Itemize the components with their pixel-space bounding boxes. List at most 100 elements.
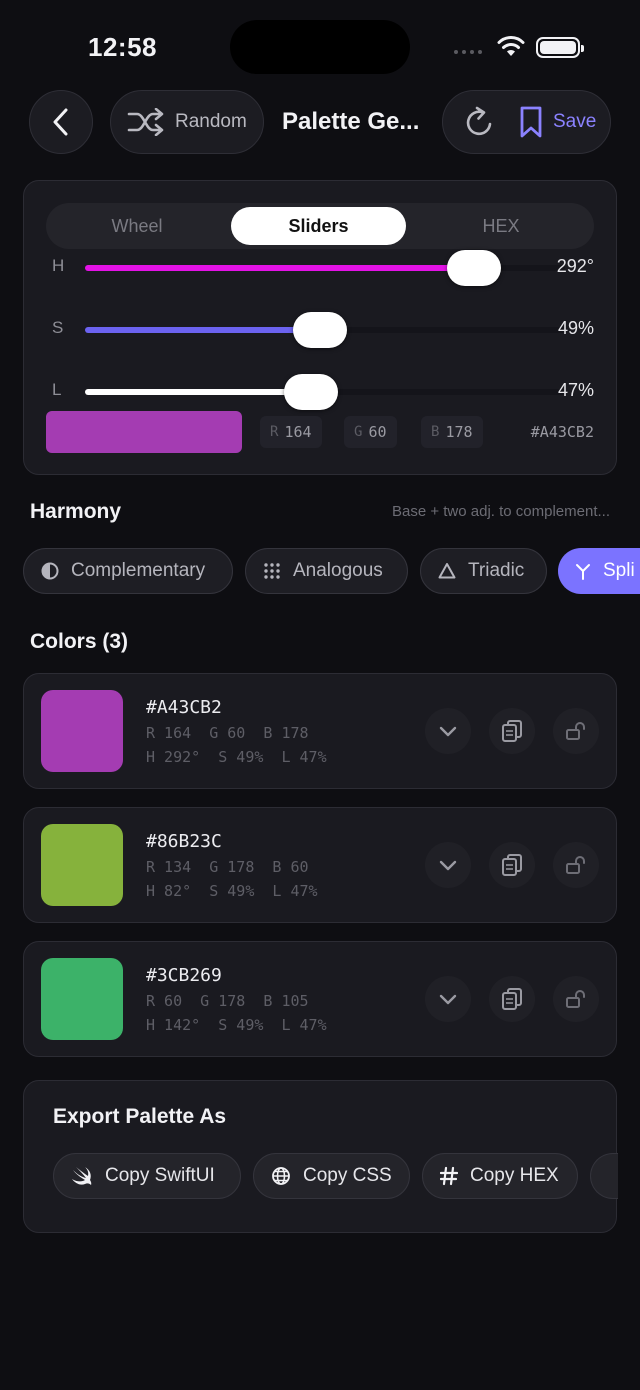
random-button[interactable]: Random [110,90,264,154]
tab-wheel[interactable]: Wheel [46,207,228,245]
color-row: #86B23C R 134 G 178 B 60 H 82° S 49% L 4… [23,807,617,923]
lightness-channel-label: L [52,380,62,399]
copy-button[interactable] [489,842,535,888]
unlock-icon [566,722,585,740]
copy-icon [502,720,522,742]
red-chip-value: 164 [284,423,312,441]
tab-sliders[interactable]: Sliders [231,207,406,245]
random-label: Random [175,111,247,132]
lock-button[interactable] [553,842,599,888]
harmony-description: Base + two adj. to complement... [391,503,610,520]
color-swatch [41,958,123,1040]
color-picker-card: Wheel Sliders HEX H 292° S 49% L 47% R 1… [23,180,617,475]
color-row: #A43CB2 R 164 G 60 B 178 H 292° S 49% L … [23,673,617,789]
lightness-slider[interactable] [85,374,565,410]
refresh-icon [466,106,492,136]
saturation-slider-thumb[interactable] [293,312,348,348]
save-button[interactable]: Save [519,105,596,139]
lock-button[interactable] [553,708,599,754]
saturation-channel-label: S [52,318,64,337]
harmony-analogous[interactable]: Analogous [245,548,408,594]
mode-segmented-control: Wheel Sliders HEX [46,203,594,249]
hue-slider-fill [85,265,475,271]
hue-slider-row: H 292° [24,248,618,288]
bookmark-icon [520,106,542,138]
shuffle-icon [127,108,164,136]
green-chip: G 60 [344,416,397,448]
saturation-value: 49% [557,318,594,338]
triangle-icon [438,563,456,579]
swift-icon [72,1167,92,1185]
color-hsl: H 292° S 49% L 47% [146,748,327,766]
harmony-triadic[interactable]: Triadic [420,548,547,594]
copy-css-button[interactable]: Copy CSS [253,1153,410,1199]
dot-grid-icon [264,563,280,579]
page-title: Palette Ge... [282,108,420,135]
harmony-split-label: Spli [603,560,635,581]
lightness-slider-fill [85,389,311,395]
hue-channel-label: H [52,256,65,275]
tab-hex[interactable]: HEX [410,207,592,245]
copy-button[interactable] [489,708,535,754]
half-circle-icon [41,562,59,580]
copy-css-label: Copy CSS [303,1165,392,1186]
lightness-slider-thumb[interactable] [283,374,338,410]
saturation-slider-fill [85,327,321,333]
harmony-complementary[interactable]: Complementary [23,548,233,594]
status-bar: 12:58 [0,0,640,90]
color-hsl: H 142° S 49% L 47% [146,1016,327,1034]
copy-icon [502,988,522,1010]
color-row: #3CB269 R 60 G 178 B 105 H 142° S 49% L … [23,941,617,1057]
hash-icon [440,1166,458,1186]
chevron-down-icon [439,860,457,871]
wifi-icon [497,36,525,56]
color-hex: #86B23C [146,831,222,852]
color-swatch [41,690,123,772]
copy-icon [502,854,522,876]
expand-button[interactable] [425,976,471,1022]
green-chip-value: 60 [368,423,387,441]
split-icon [576,564,590,580]
harmony-split-complementary[interactable]: Spli [558,548,640,594]
copy-hex-button[interactable]: Copy HEX [422,1153,578,1199]
more-export-button[interactable] [590,1153,618,1199]
copy-button[interactable] [489,976,535,1022]
battery-icon [536,37,584,58]
green-chip-key: G [354,424,363,440]
lightness-value: 47% [557,380,594,400]
cellular-signal-icon [454,50,482,54]
red-chip: R 164 [260,416,322,448]
color-hsl: H 82° S 49% L 47% [146,882,318,900]
color-rgb: R 134 G 178 B 60 [146,858,309,876]
dynamic-island [230,20,410,74]
saturation-slider[interactable] [85,312,565,348]
hue-slider[interactable] [85,250,565,286]
unlock-icon [566,990,585,1008]
status-time: 12:58 [88,32,157,62]
colors-title: Colors (3) [30,630,129,653]
reload-button[interactable] [453,96,505,148]
expand-button[interactable] [425,842,471,888]
copy-swiftui-label: Copy SwiftUI [105,1165,215,1186]
copy-swiftui-button[interactable]: Copy SwiftUI [53,1153,241,1199]
expand-button[interactable] [425,708,471,754]
harmony-complementary-label: Complementary [71,560,206,581]
chevron-down-icon [439,994,457,1005]
red-chip-key: R [270,424,279,440]
hue-slider-thumb[interactable] [447,250,502,286]
hex-readout: #A43CB2 [530,423,594,441]
color-swatch [41,824,123,906]
export-card: Export Palette As Copy SwiftUI Copy CSS … [23,1080,618,1233]
harmony-triadic-label: Triadic [468,560,525,581]
color-hex: #3CB269 [146,965,222,986]
saturation-slider-row: S 49% [24,310,618,350]
color-rgb: R 60 G 178 B 105 [146,992,309,1010]
lock-button[interactable] [553,976,599,1022]
harmony-analogous-label: Analogous [293,560,383,581]
copy-hex-label: Copy HEX [470,1165,559,1186]
blue-chip: B 178 [421,416,483,448]
hue-value: 292° [556,256,594,276]
back-button[interactable] [29,90,93,154]
unlock-icon [566,856,585,874]
color-hex: #A43CB2 [146,697,222,718]
